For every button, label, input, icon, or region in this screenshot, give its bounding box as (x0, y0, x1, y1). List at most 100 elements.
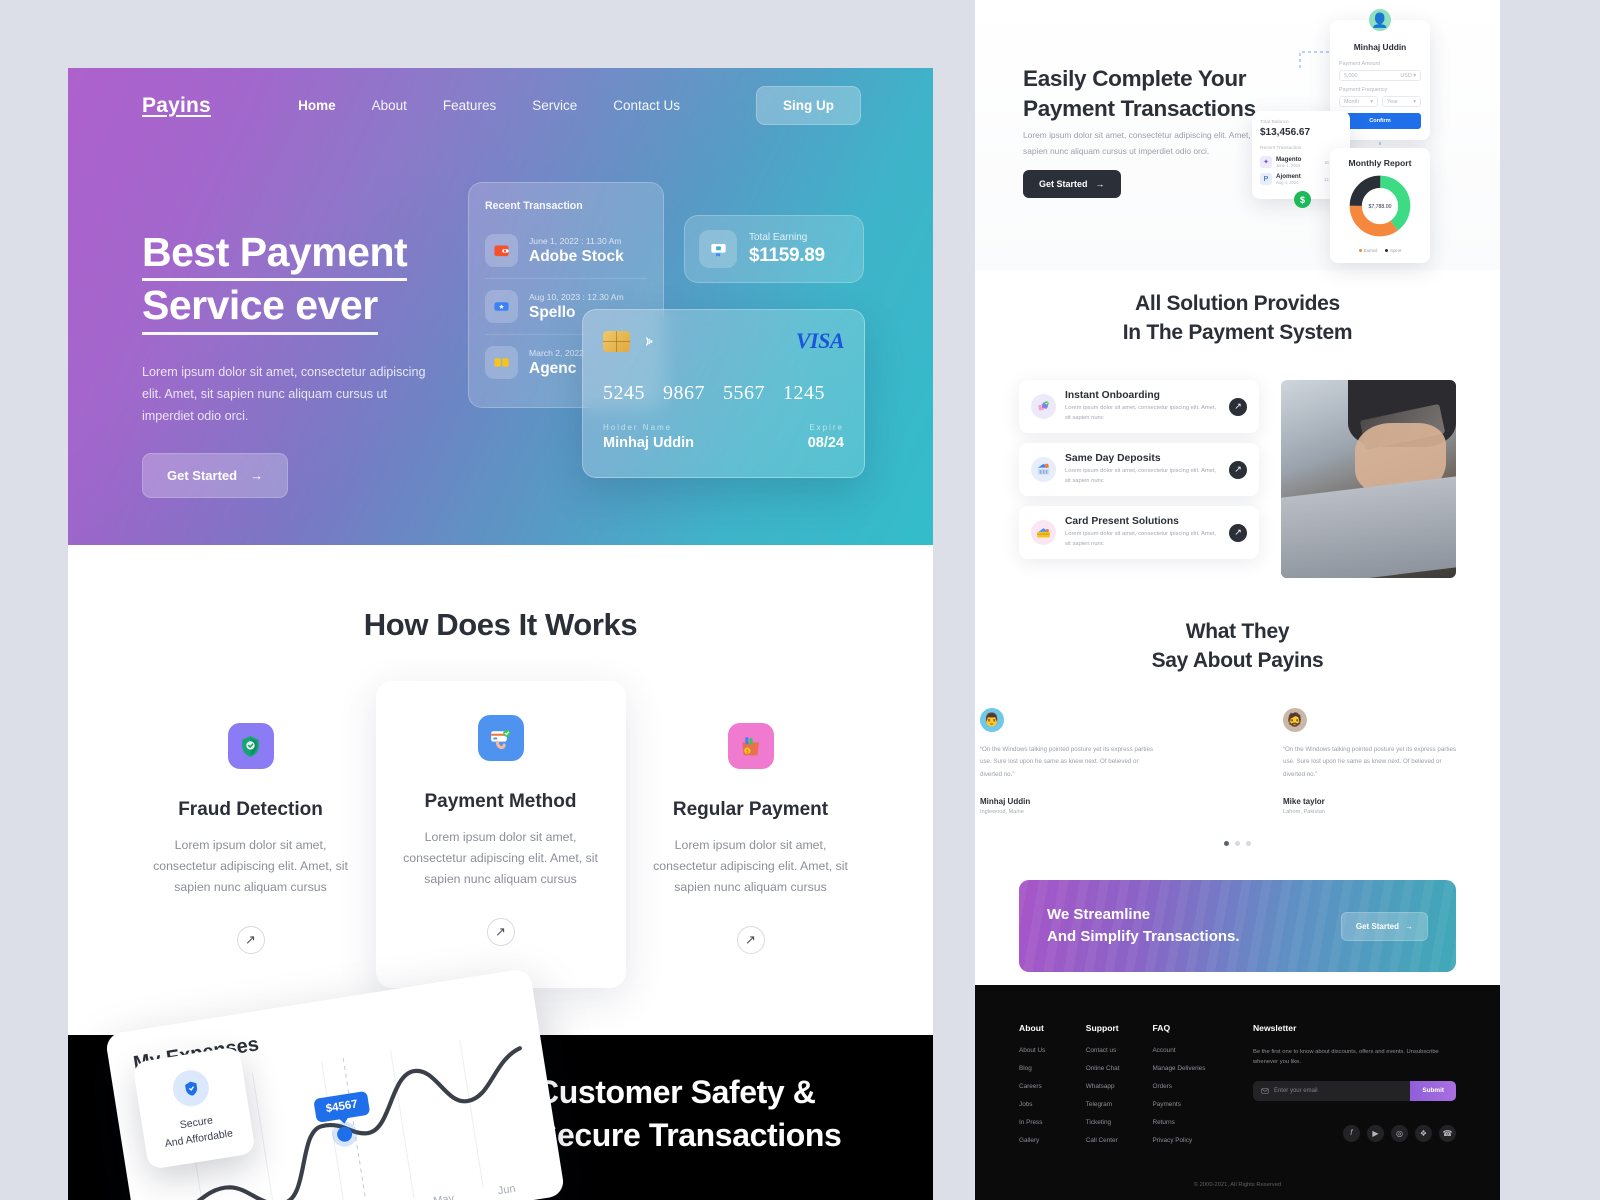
footer-column-support: Support Contact us Online Chat Whatsapp … (1086, 1023, 1153, 1155)
nav-link-contact-us[interactable]: Contact Us (613, 98, 680, 113)
footer-link[interactable]: Telegram (1086, 1101, 1153, 1108)
hero-title-line1: Best Payment (142, 228, 408, 282)
solution-item-card-present-solutions[interactable]: Card Present Solutions Lorem ipsum dolor… (1019, 506, 1259, 560)
shopping-bag-icon: $ (727, 723, 774, 769)
monthly-report-title: Monthly Report (1348, 158, 1412, 168)
card-number-group: 1245 (783, 382, 825, 404)
footer-link[interactable]: Payments (1152, 1101, 1238, 1108)
footer-link[interactable]: Gallery (1019, 1137, 1086, 1144)
solution-desc: Lorem ipsum dolor sit amet, consectetur … (1065, 531, 1217, 547)
arrow-up-right-icon[interactable]: ↗ (1229, 397, 1247, 416)
solution-item-instant-onboarding[interactable]: Instant Onboarding Lorem ipsum dolor sit… (1019, 379, 1259, 434)
carousel-dot-3[interactable] (1246, 841, 1251, 847)
total-balance-label: Total Balance (1260, 120, 1289, 125)
facebook-icon[interactable]: 𝑓 (1343, 1124, 1360, 1142)
avatar-icon: 👨 (980, 707, 1004, 732)
feature-card-payment-method[interactable]: Payment Method Lorem ipsum dolor sit ame… (375, 681, 626, 988)
arrow-up-right-icon[interactable]: ↗ (1229, 460, 1247, 479)
hero-cta-label: Get Started (167, 467, 238, 483)
footer-link[interactable]: Blog (1019, 1065, 1086, 1072)
holder-name-value: Minhaj Uddin (603, 435, 695, 451)
nav-link-features[interactable]: Features (443, 98, 496, 113)
credit-card-icon (1031, 520, 1056, 546)
total-earning-card: Total Earning $1159.89 (684, 215, 864, 283)
shield-check-icon (170, 1067, 212, 1109)
nav-link-about[interactable]: About (372, 98, 407, 113)
confirm-button[interactable]: Confirm (1339, 113, 1421, 129)
hero-content: Best Payment Service ever Lorem ipsum do… (142, 228, 472, 498)
testimonial-card: 🧔 “On the Windows talking pointed postur… (1283, 707, 1458, 815)
hero-get-started-button[interactable]: Get Started → (142, 452, 289, 498)
card-number-group: 5567 (723, 382, 765, 404)
transaction-date: Aug 10, 2023 : 12.30 Am (529, 291, 624, 302)
solution-title: Card Present Solutions (1065, 516, 1179, 528)
nav-link-service[interactable]: Service (532, 98, 577, 113)
footer-link[interactable]: About Us (1019, 1047, 1086, 1054)
right-hero-get-started-button[interactable]: Get Started → (1023, 170, 1121, 198)
carousel-dot-1[interactable] (1224, 841, 1229, 847)
footer-columns: About About Us Blog Careers Jobs In Pres… (975, 985, 1500, 1155)
newsletter-input-group[interactable]: Enter your email Submit (1252, 1080, 1456, 1101)
feature-card-regular-payment[interactable]: $ Regular Payment Lorem ipsum dolor sit … (626, 699, 876, 988)
feature-card-desc: Lorem ipsum dolor sit amet, consectetur … (653, 838, 848, 894)
dribbble-icon[interactable]: ◎ (1391, 1124, 1408, 1142)
footer-link[interactable]: Ticketing (1086, 1119, 1153, 1126)
mock-transaction-date: Aug 4, 2024 (1276, 180, 1299, 185)
newsletter-submit-button[interactable]: Submit (1410, 1080, 1456, 1101)
solution-item-same-day-deposits[interactable]: Same Day Deposits Lorem ipsum dolor sit … (1019, 443, 1259, 497)
secure-affordable-badge: Secure And Affordable (132, 1046, 256, 1170)
footer-link[interactable]: Privacy Policy (1152, 1137, 1238, 1144)
footer-link[interactable]: Call Center (1086, 1137, 1153, 1144)
arrow-up-right-icon[interactable]: ↗ (486, 917, 515, 946)
youtube-icon[interactable]: ▶ (1367, 1124, 1384, 1142)
card-top-row: VISA (603, 328, 845, 354)
whatsapp-icon[interactable]: ☎ (1439, 1124, 1456, 1142)
testimonials-section: What They Say About Payins 👨 “On the Win… (975, 618, 1500, 847)
feature-card-desc: Lorem ipsum dolor sit amet, consectetur … (403, 830, 598, 886)
footer-link[interactable]: Online Chat (1086, 1065, 1153, 1072)
footer-link[interactable]: Jobs (1019, 1101, 1086, 1108)
nav-link-home[interactable]: Home (298, 98, 336, 113)
currency-select[interactable]: USD ▾ (1400, 73, 1416, 79)
footer-link[interactable]: Manage Deliveries (1152, 1065, 1238, 1072)
frequency-month-select[interactable]: Month ▾ (1339, 96, 1378, 107)
figma-icon[interactable]: ❖ (1415, 1124, 1432, 1142)
testimonials-carousel[interactable]: 👨 “On the Windows talking pointed postur… (975, 707, 1500, 815)
footer-link[interactable]: Whatsapp (1086, 1083, 1153, 1090)
footer-link[interactable]: Returns (1152, 1119, 1238, 1126)
feature-card-desc: Lorem ipsum dolor sit amet, consectetur … (153, 838, 348, 894)
mock-recent-transaction-label: Recent Transaction (1260, 146, 1302, 151)
footer-link[interactable]: In Press (1019, 1119, 1086, 1126)
mock-transaction-name: Ajoment (1276, 173, 1301, 180)
cta-get-started-button[interactable]: Get Started → (1340, 911, 1428, 941)
footer-link[interactable]: Account (1152, 1047, 1238, 1054)
feature-card-title: Payment Method (424, 791, 577, 812)
card-bottom-row: Holder Name Minhaj Uddin Expire 08/24 (603, 423, 844, 451)
carousel-dot-2[interactable] (1235, 841, 1240, 847)
footer-heading: Support (1085, 1023, 1119, 1033)
feature-card-fraud-detection[interactable]: Fraud Detection Lorem ipsum dolor sit am… (126, 699, 376, 988)
testimonials-line2: Say About Payins (1151, 648, 1324, 672)
signup-button[interactable]: Sing Up (756, 86, 861, 125)
payment-frequency-label: Payment Frequency (1339, 87, 1388, 93)
transaction-row[interactable]: June 1, 2022 : 11.30 Am Adobe Stock (485, 223, 647, 279)
secure-badge-line1: Secure (178, 1114, 214, 1132)
arrow-up-right-icon[interactable]: ↗ (736, 925, 765, 954)
frequency-year-select[interactable]: Year ▾ (1382, 96, 1421, 107)
secure-badge-text: Secure And Affordable (150, 1109, 246, 1155)
magento-icon: ✦ (1260, 156, 1272, 168)
payment-amount-value: 5,000 (1344, 72, 1358, 79)
payment-amount-input[interactable]: 5,000 USD ▾ (1339, 70, 1421, 81)
brand-logo[interactable]: Payins (142, 94, 211, 118)
avatar-icon: 🧔 (1283, 707, 1307, 732)
footer-link[interactable]: Orders (1152, 1083, 1238, 1090)
hero-title: Best Payment Service ever (142, 228, 472, 335)
arrow-up-right-icon[interactable]: ↗ (236, 925, 265, 954)
holder-name-label: Holder Name (603, 423, 673, 432)
safety-title: Customer Safety & Secure Transactions (536, 1071, 842, 1157)
carousel-dots[interactable] (975, 841, 1500, 847)
footer-link[interactable]: Contact us (1086, 1047, 1153, 1054)
how-it-works-title: How Does It Works (363, 607, 638, 642)
arrow-up-right-icon[interactable]: ↗ (1229, 523, 1247, 542)
footer-link[interactable]: Careers (1019, 1083, 1086, 1090)
